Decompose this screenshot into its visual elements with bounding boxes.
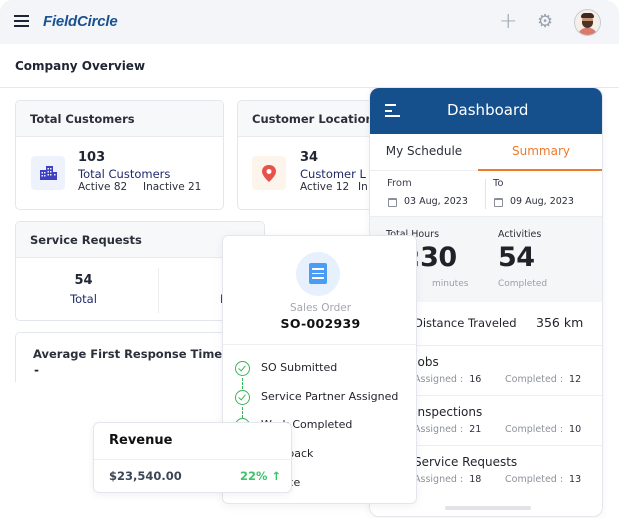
total-customers-card[interactable]: Total Customers 103 Total Customers Acti… <box>15 100 224 210</box>
completed-value: 10 <box>569 424 582 435</box>
assigned-meta: Assigned : 21 <box>414 424 481 435</box>
menu-icon[interactable] <box>385 104 400 117</box>
building-icon <box>31 156 65 190</box>
assigned-label: Assigned : <box>414 374 464 385</box>
completed-meta: Completed : 13 <box>505 474 581 485</box>
card-title: Average First Response Time <box>33 347 223 361</box>
completed-value: 13 <box>569 474 582 485</box>
card-title: Total Customers <box>16 101 223 137</box>
divider <box>485 179 486 209</box>
sales-order-label: Sales Order <box>289 302 352 314</box>
from-date[interactable]: 03 Aug, 2023 <box>404 196 468 207</box>
assigned-value: 21 <box>469 424 482 435</box>
mobile-header: Dashboard <box>370 88 602 134</box>
step-label: SO Submitted <box>261 361 338 374</box>
activities-unit: Completed <box>498 279 548 289</box>
avatar[interactable] <box>574 9 601 36</box>
location-count: 34 <box>300 150 319 165</box>
map-pin-icon <box>252 156 286 190</box>
page-title: Company Overview <box>15 59 146 73</box>
home-indicator <box>445 506 531 510</box>
column-divider <box>158 268 159 313</box>
sales-order-number: SO-002939 <box>280 316 361 331</box>
calendar-icon <box>494 198 503 207</box>
activity-title: Jobs <box>414 355 439 369</box>
activities-value: 54 <box>498 242 535 273</box>
location-label: Customer L <box>300 167 366 181</box>
divider <box>94 459 291 460</box>
activity-title: Service Requests <box>414 455 518 469</box>
tab-bar: My Schedule Summary <box>370 134 602 171</box>
avg-response-value: - <box>34 363 39 377</box>
check-circle-icon <box>235 390 250 405</box>
distance-value: 356 km <box>536 315 584 330</box>
completed-label: Completed : <box>505 424 564 435</box>
date-range: From 03 Aug, 2023 To 09 Aug, 2023 <box>370 171 602 217</box>
completed-meta: Completed : 10 <box>505 424 581 435</box>
inactive-count: Inactive 21 <box>143 181 202 193</box>
content-fade <box>0 382 250 422</box>
top-navigation-bar: FieldCircle + ⚙ <box>0 0 619 44</box>
list-document-icon <box>296 252 340 296</box>
assigned-value: 18 <box>469 474 482 485</box>
customer-count: 103 <box>78 150 106 165</box>
assigned-value: 16 <box>469 374 482 385</box>
total-hours-unit: minutes <box>432 279 469 289</box>
total-value: 54 <box>74 273 93 288</box>
activities-label: Activities <box>498 229 542 240</box>
customer-label: Total Customers <box>78 167 171 181</box>
revenue-title: Revenue <box>109 433 173 448</box>
from-label: From <box>387 178 412 189</box>
revenue-change: 22% ↑ <box>240 469 282 483</box>
brand-logo[interactable]: FieldCircle <box>43 13 118 30</box>
tab-my-schedule[interactable]: My Schedule <box>370 134 478 171</box>
assigned-label: Assigned : <box>414 474 464 485</box>
inactive-count: In <box>358 181 368 193</box>
step-connector <box>242 378 243 389</box>
calendar-icon <box>388 198 397 207</box>
tab-summary[interactable]: Summary <box>478 134 602 171</box>
step-label: Service Partner Assigned <box>261 390 399 403</box>
completed-label: Completed : <box>505 374 564 385</box>
gear-icon[interactable]: ⚙ <box>537 12 553 32</box>
hamburger-menu-icon[interactable] <box>14 15 29 27</box>
completed-label: Completed : <box>505 474 564 485</box>
total-label: Total <box>70 292 97 306</box>
active-count: Active 82 <box>78 181 128 193</box>
mobile-title: Dashboard <box>447 101 529 119</box>
divider <box>223 344 416 345</box>
to-label: To <box>493 178 504 189</box>
assigned-meta: Assigned : 18 <box>414 474 481 485</box>
assigned-label: Assigned : <box>414 424 464 435</box>
plus-icon[interactable]: + <box>499 11 517 33</box>
activity-title: Inspections <box>414 405 483 419</box>
distance-label: Distance Traveled <box>414 316 517 330</box>
completed-value: 12 <box>569 374 582 385</box>
completed-meta: Completed : 12 <box>505 374 581 385</box>
assigned-meta: Assigned : 16 <box>414 374 481 385</box>
to-date[interactable]: 09 Aug, 2023 <box>510 196 574 207</box>
active-count: Active 12 <box>300 181 350 193</box>
check-circle-icon <box>235 361 250 376</box>
revenue-amount: $23,540.00 <box>109 469 182 483</box>
revenue-card[interactable]: Revenue $23,540.00 22% ↑ <box>93 422 292 493</box>
step-connector <box>242 407 243 418</box>
